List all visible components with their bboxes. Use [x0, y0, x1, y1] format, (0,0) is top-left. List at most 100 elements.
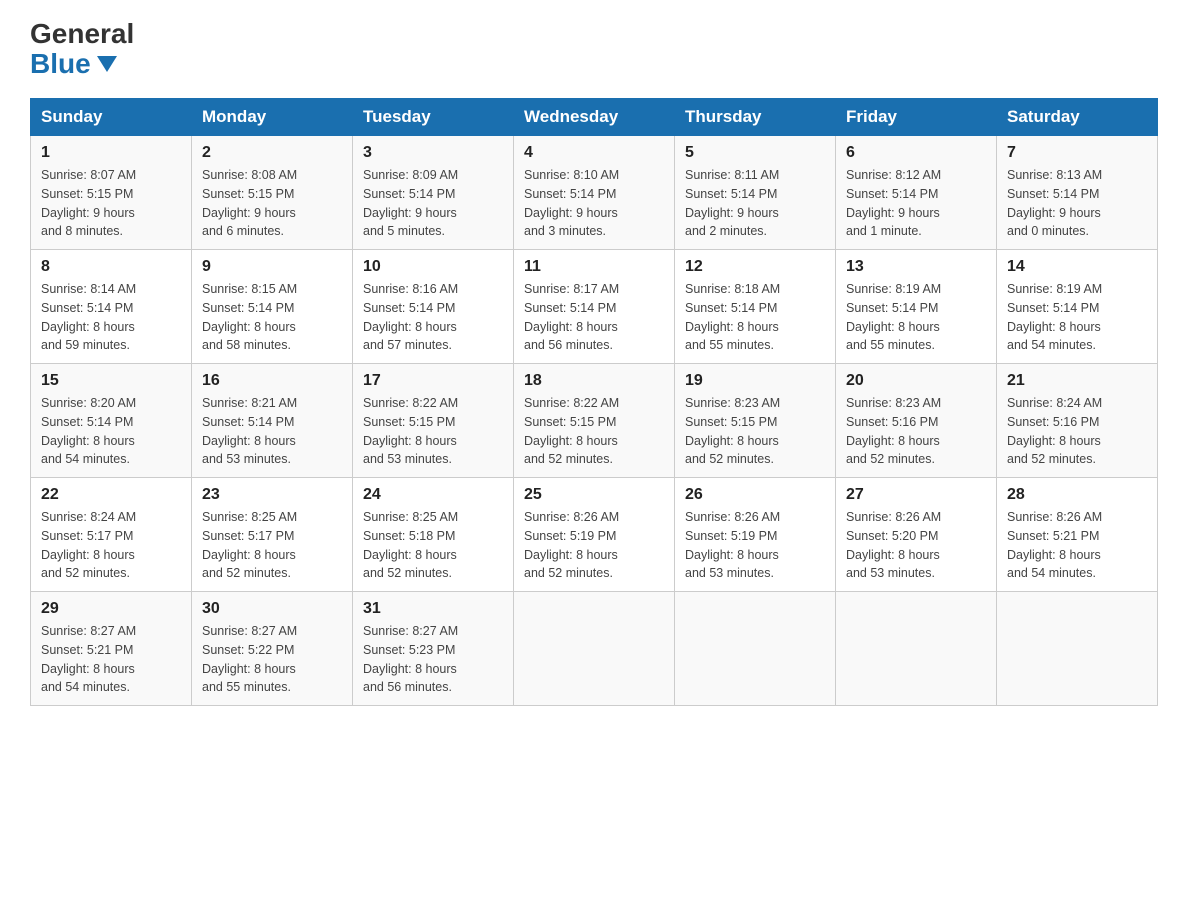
calendar-cell: 22 Sunrise: 8:24 AMSunset: 5:17 PMDaylig… — [31, 478, 192, 592]
day-info: Sunrise: 8:26 AMSunset: 5:19 PMDaylight:… — [524, 508, 664, 583]
day-number: 14 — [1007, 258, 1147, 276]
weekday-header-sunday: Sunday — [31, 99, 192, 136]
day-number: 9 — [202, 258, 342, 276]
week-row-3: 15 Sunrise: 8:20 AMSunset: 5:14 PMDaylig… — [31, 364, 1158, 478]
day-info: Sunrise: 8:13 AMSunset: 5:14 PMDaylight:… — [1007, 166, 1147, 241]
calendar-cell: 26 Sunrise: 8:26 AMSunset: 5:19 PMDaylig… — [675, 478, 836, 592]
day-info: Sunrise: 8:12 AMSunset: 5:14 PMDaylight:… — [846, 166, 986, 241]
day-number: 5 — [685, 144, 825, 162]
day-number: 28 — [1007, 486, 1147, 504]
weekday-header-friday: Friday — [836, 99, 997, 136]
day-info: Sunrise: 8:10 AMSunset: 5:14 PMDaylight:… — [524, 166, 664, 241]
calendar-cell: 4 Sunrise: 8:10 AMSunset: 5:14 PMDayligh… — [514, 136, 675, 250]
day-number: 4 — [524, 144, 664, 162]
day-number: 27 — [846, 486, 986, 504]
calendar-cell: 9 Sunrise: 8:15 AMSunset: 5:14 PMDayligh… — [192, 250, 353, 364]
week-row-5: 29 Sunrise: 8:27 AMSunset: 5:21 PMDaylig… — [31, 592, 1158, 706]
calendar-cell — [997, 592, 1158, 706]
calendar-cell: 12 Sunrise: 8:18 AMSunset: 5:14 PMDaylig… — [675, 250, 836, 364]
calendar-cell: 1 Sunrise: 8:07 AMSunset: 5:15 PMDayligh… — [31, 136, 192, 250]
calendar-cell: 11 Sunrise: 8:17 AMSunset: 5:14 PMDaylig… — [514, 250, 675, 364]
calendar-cell: 24 Sunrise: 8:25 AMSunset: 5:18 PMDaylig… — [353, 478, 514, 592]
day-number: 30 — [202, 600, 342, 618]
week-row-2: 8 Sunrise: 8:14 AMSunset: 5:14 PMDayligh… — [31, 250, 1158, 364]
day-info: Sunrise: 8:07 AMSunset: 5:15 PMDaylight:… — [41, 166, 181, 241]
day-number: 12 — [685, 258, 825, 276]
logo: General Blue — [30, 20, 134, 80]
day-number: 31 — [363, 600, 503, 618]
day-info: Sunrise: 8:19 AMSunset: 5:14 PMDaylight:… — [1007, 280, 1147, 355]
calendar-cell: 3 Sunrise: 8:09 AMSunset: 5:14 PMDayligh… — [353, 136, 514, 250]
calendar-cell: 19 Sunrise: 8:23 AMSunset: 5:15 PMDaylig… — [675, 364, 836, 478]
day-number: 2 — [202, 144, 342, 162]
day-number: 16 — [202, 372, 342, 390]
day-info: Sunrise: 8:26 AMSunset: 5:20 PMDaylight:… — [846, 508, 986, 583]
day-info: Sunrise: 8:24 AMSunset: 5:17 PMDaylight:… — [41, 508, 181, 583]
day-info: Sunrise: 8:08 AMSunset: 5:15 PMDaylight:… — [202, 166, 342, 241]
calendar-cell: 29 Sunrise: 8:27 AMSunset: 5:21 PMDaylig… — [31, 592, 192, 706]
day-info: Sunrise: 8:18 AMSunset: 5:14 PMDaylight:… — [685, 280, 825, 355]
day-number: 26 — [685, 486, 825, 504]
day-number: 24 — [363, 486, 503, 504]
calendar-cell: 2 Sunrise: 8:08 AMSunset: 5:15 PMDayligh… — [192, 136, 353, 250]
day-info: Sunrise: 8:14 AMSunset: 5:14 PMDaylight:… — [41, 280, 181, 355]
calendar-cell: 6 Sunrise: 8:12 AMSunset: 5:14 PMDayligh… — [836, 136, 997, 250]
calendar-cell: 16 Sunrise: 8:21 AMSunset: 5:14 PMDaylig… — [192, 364, 353, 478]
calendar-cell: 10 Sunrise: 8:16 AMSunset: 5:14 PMDaylig… — [353, 250, 514, 364]
day-info: Sunrise: 8:15 AMSunset: 5:14 PMDaylight:… — [202, 280, 342, 355]
calendar-cell: 5 Sunrise: 8:11 AMSunset: 5:14 PMDayligh… — [675, 136, 836, 250]
calendar-cell: 21 Sunrise: 8:24 AMSunset: 5:16 PMDaylig… — [997, 364, 1158, 478]
calendar-cell — [675, 592, 836, 706]
week-row-1: 1 Sunrise: 8:07 AMSunset: 5:15 PMDayligh… — [31, 136, 1158, 250]
weekday-header-wednesday: Wednesday — [514, 99, 675, 136]
day-info: Sunrise: 8:27 AMSunset: 5:21 PMDaylight:… — [41, 622, 181, 697]
day-number: 19 — [685, 372, 825, 390]
calendar-cell: 17 Sunrise: 8:22 AMSunset: 5:15 PMDaylig… — [353, 364, 514, 478]
day-info: Sunrise: 8:27 AMSunset: 5:23 PMDaylight:… — [363, 622, 503, 697]
week-row-4: 22 Sunrise: 8:24 AMSunset: 5:17 PMDaylig… — [31, 478, 1158, 592]
day-info: Sunrise: 8:20 AMSunset: 5:14 PMDaylight:… — [41, 394, 181, 469]
weekday-header-tuesday: Tuesday — [353, 99, 514, 136]
day-number: 10 — [363, 258, 503, 276]
calendar-cell — [836, 592, 997, 706]
day-info: Sunrise: 8:16 AMSunset: 5:14 PMDaylight:… — [363, 280, 503, 355]
day-info: Sunrise: 8:17 AMSunset: 5:14 PMDaylight:… — [524, 280, 664, 355]
calendar-cell: 13 Sunrise: 8:19 AMSunset: 5:14 PMDaylig… — [836, 250, 997, 364]
calendar-cell: 7 Sunrise: 8:13 AMSunset: 5:14 PMDayligh… — [997, 136, 1158, 250]
day-number: 25 — [524, 486, 664, 504]
calendar-cell — [514, 592, 675, 706]
calendar-cell: 23 Sunrise: 8:25 AMSunset: 5:17 PMDaylig… — [192, 478, 353, 592]
day-info: Sunrise: 8:22 AMSunset: 5:15 PMDaylight:… — [524, 394, 664, 469]
logo-general-text: General — [30, 20, 134, 48]
logo-blue-text: Blue — [30, 48, 117, 80]
weekday-header-row: SundayMondayTuesdayWednesdayThursdayFrid… — [31, 99, 1158, 136]
day-number: 29 — [41, 600, 181, 618]
day-info: Sunrise: 8:19 AMSunset: 5:14 PMDaylight:… — [846, 280, 986, 355]
calendar-cell: 31 Sunrise: 8:27 AMSunset: 5:23 PMDaylig… — [353, 592, 514, 706]
day-number: 8 — [41, 258, 181, 276]
day-number: 6 — [846, 144, 986, 162]
day-number: 17 — [363, 372, 503, 390]
day-info: Sunrise: 8:27 AMSunset: 5:22 PMDaylight:… — [202, 622, 342, 697]
day-info: Sunrise: 8:23 AMSunset: 5:16 PMDaylight:… — [846, 394, 986, 469]
day-info: Sunrise: 8:22 AMSunset: 5:15 PMDaylight:… — [363, 394, 503, 469]
day-info: Sunrise: 8:26 AMSunset: 5:19 PMDaylight:… — [685, 508, 825, 583]
logo-triangle-icon — [97, 56, 117, 72]
day-number: 13 — [846, 258, 986, 276]
day-number: 15 — [41, 372, 181, 390]
day-number: 3 — [363, 144, 503, 162]
day-info: Sunrise: 8:23 AMSunset: 5:15 PMDaylight:… — [685, 394, 825, 469]
calendar-cell: 27 Sunrise: 8:26 AMSunset: 5:20 PMDaylig… — [836, 478, 997, 592]
day-number: 1 — [41, 144, 181, 162]
calendar-cell: 20 Sunrise: 8:23 AMSunset: 5:16 PMDaylig… — [836, 364, 997, 478]
calendar-cell: 18 Sunrise: 8:22 AMSunset: 5:15 PMDaylig… — [514, 364, 675, 478]
calendar-cell: 14 Sunrise: 8:19 AMSunset: 5:14 PMDaylig… — [997, 250, 1158, 364]
day-number: 18 — [524, 372, 664, 390]
day-info: Sunrise: 8:09 AMSunset: 5:14 PMDaylight:… — [363, 166, 503, 241]
calendar-cell: 30 Sunrise: 8:27 AMSunset: 5:22 PMDaylig… — [192, 592, 353, 706]
weekday-header-monday: Monday — [192, 99, 353, 136]
calendar-cell: 25 Sunrise: 8:26 AMSunset: 5:19 PMDaylig… — [514, 478, 675, 592]
day-number: 22 — [41, 486, 181, 504]
day-info: Sunrise: 8:26 AMSunset: 5:21 PMDaylight:… — [1007, 508, 1147, 583]
calendar-cell: 8 Sunrise: 8:14 AMSunset: 5:14 PMDayligh… — [31, 250, 192, 364]
